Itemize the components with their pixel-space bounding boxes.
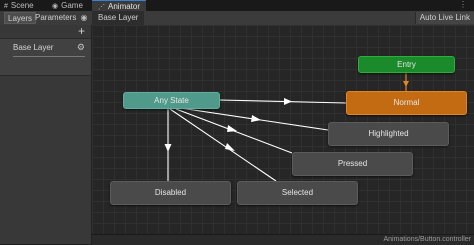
eye-icon[interactable]: ◉	[78, 12, 90, 24]
any-to-disabled-arrow	[164, 144, 172, 152]
layer-item[interactable]: Base Layer ⚙	[0, 38, 91, 76]
state-entry[interactable]: Entry	[358, 56, 455, 73]
state-disabled[interactable]: Disabled	[110, 181, 231, 205]
tab-strip: # Scene ◉ Game ⋰ Animator ⋮	[0, 0, 474, 11]
layer-weight-slider[interactable]	[13, 56, 85, 57]
state-normal[interactable]: Normal	[346, 91, 467, 115]
status-bar: Animations/Button.controller	[92, 234, 474, 245]
layers-panel: + Base Layer ⚙	[0, 25, 92, 244]
state-any-state[interactable]: Any State	[123, 92, 220, 109]
tab-scene-label: Scene	[10, 1, 34, 10]
gear-icon[interactable]: ⚙	[77, 42, 85, 53]
state-selected[interactable]: Selected	[237, 181, 358, 205]
parameters-tab-button[interactable]: Parameters	[32, 12, 79, 24]
any-to-selected-arrow	[225, 143, 235, 151]
breadcrumb[interactable]: Base Layer	[92, 11, 145, 25]
auto-live-link-button[interactable]: Auto Live Link	[414, 12, 474, 24]
animator-toolbar: Layers Parameters ◉ Base Layer Auto Live…	[0, 11, 474, 26]
tab-animator-label: Animator	[108, 2, 141, 11]
any-to-normal-transition[interactable]	[218, 99, 347, 104]
state-machine-graph[interactable]: Entry Normal Any State Highlighted Press…	[92, 25, 474, 234]
any-to-pressed-arrow	[227, 125, 237, 132]
tab-scene[interactable]: # Scene	[4, 0, 34, 11]
state-pressed[interactable]: Pressed	[292, 152, 413, 176]
tab-game-label: Game	[61, 1, 83, 10]
add-layer-icon[interactable]: +	[78, 25, 85, 37]
layer-name: Base Layer	[13, 43, 54, 52]
tab-animator[interactable]: ⋰ Animator	[92, 0, 147, 11]
tab-game[interactable]: ◉ Game	[52, 0, 83, 11]
any-to-highlighted-arrow	[251, 115, 261, 122]
state-highlighted[interactable]: Highlighted	[328, 122, 449, 146]
more-options-icon[interactable]: ⋮	[459, 0, 468, 10]
entry-to-normal-arrow	[403, 81, 409, 87]
any-to-normal-arrow	[284, 98, 292, 105]
